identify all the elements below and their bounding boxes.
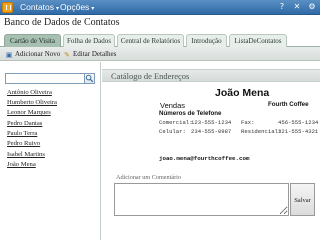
pencil-icon: ✎ [64, 51, 70, 59]
tab-cartao-de-visita[interactable]: Cartão de Visita [4, 34, 61, 47]
contact-list-panel: Antônio Oliveira Humberto Oliveira Leono… [0, 62, 101, 240]
contact-email[interactable]: joao.mena@fourthcoffee.com [159, 155, 249, 162]
search-input[interactable] [5, 73, 85, 84]
settings-icon[interactable]: ⚙ [306, 1, 318, 13]
help-icon[interactable]: ? [276, 1, 288, 13]
search-button[interactable] [84, 73, 95, 84]
mobile-phone-value: 234-555-0987 [191, 128, 232, 135]
add-new-button[interactable]: ▣ Adicionar Novo [5, 48, 61, 60]
add-contact-icon: ▣ [5, 51, 13, 59]
contact-list-item[interactable]: Pedro Dantas [7, 119, 42, 128]
app-icon[interactable] [2, 2, 13, 13]
comment-label: Adicionar um Comentário [116, 174, 181, 181]
edit-details-label: Editar Detalhes [73, 50, 117, 58]
home-phone-value: 321-555-4321 [278, 128, 319, 135]
business-phone-label: Comercial: [159, 119, 193, 126]
home-phone-label: Residencial: [241, 128, 282, 135]
close-icon[interactable]: ✕ [291, 1, 303, 13]
contact-list-item[interactable]: Isabel Martins [7, 150, 45, 159]
business-phone-value: 123-555-1234 [191, 119, 232, 126]
tab-folha-de-dados[interactable]: Folha de Dados [63, 34, 115, 47]
business-card-panel: Catálogo de Endereços João Mena Vendas F… [102, 62, 320, 240]
contact-job-title: Vendas [160, 101, 186, 110]
edit-details-button[interactable]: ✎ Editar Detalhes [63, 48, 116, 60]
chevron-down-icon: ▾ [91, 6, 95, 12]
phones-heading: Números de Telefone [159, 110, 222, 117]
contatos-menu-label: Contatos [20, 2, 55, 12]
tab-central-de-relatorios[interactable]: Central de Relatórios [117, 34, 184, 47]
toolbar: ▣ Adicionar Novo ✎ Editar Detalhes [0, 47, 320, 61]
catalog-header: Catálogo de Endereços [102, 69, 320, 82]
contact-list-item[interactable]: Antônio Oliveira [7, 88, 52, 97]
contact-name: João Mena [215, 87, 270, 99]
save-button[interactable]: Salvar [290, 183, 315, 216]
top-menu-bar: Contatos ▾ Opções ▾ ? ✕ ⚙ [0, 0, 320, 15]
fax-value: 456-555-1234 [278, 119, 319, 126]
contact-list-item[interactable]: Leonor Marques [7, 108, 51, 117]
tab-introducao[interactable]: Introdução [186, 34, 227, 47]
contact-company: Fourth Coffee [268, 101, 309, 108]
search-icon [85, 74, 94, 83]
contatos-menu[interactable]: Contatos ▾ [20, 1, 59, 15]
opcoes-menu-label: Opções [60, 2, 90, 12]
mobile-phone-label: Celular: [159, 128, 186, 135]
app-title: Banco de Dados de Contatos [4, 17, 120, 28]
tab-lista-de-contatos[interactable]: ListaDeContatos [229, 34, 287, 47]
window-controls: ? ✕ ⚙ [276, 1, 318, 13]
contact-list-item[interactable]: João Mena [7, 160, 36, 169]
chevron-down-icon: ▾ [56, 6, 60, 12]
opcoes-menu[interactable]: Opções ▾ [60, 1, 94, 15]
tab-bar: Cartão de Visita Folha de Dados Central … [0, 34, 320, 47]
fax-label: Fax: [241, 119, 255, 126]
contact-list-item[interactable]: Paulo Terra [7, 129, 37, 138]
add-new-label: Adicionar Novo [15, 50, 61, 58]
contact-list-item[interactable]: Pedro Ruivo [7, 139, 40, 148]
comment-input[interactable] [114, 183, 289, 216]
contact-list-item[interactable]: Humberto Oliveira [7, 98, 57, 107]
